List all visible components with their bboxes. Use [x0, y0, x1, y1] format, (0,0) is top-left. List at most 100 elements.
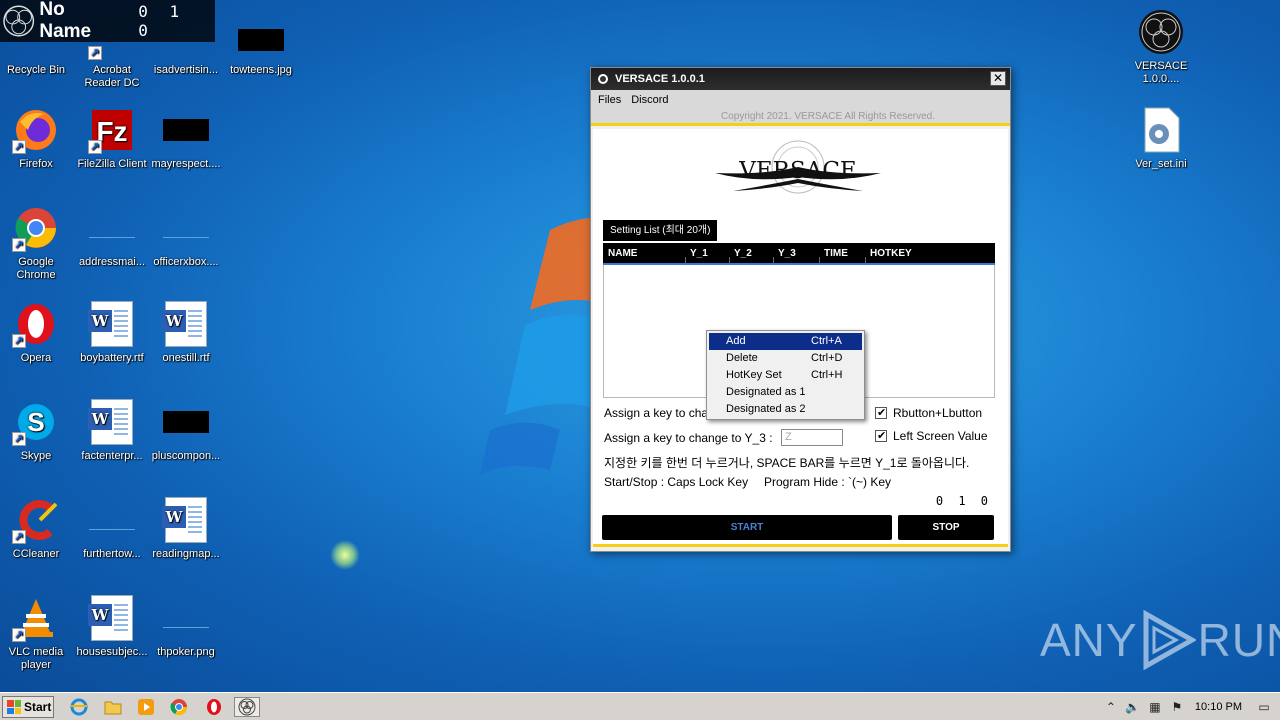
- tab-setting-list[interactable]: Setting List (최대 20개): [603, 220, 718, 241]
- taskbar-opera-icon[interactable]: [203, 697, 225, 717]
- taskbar-clock[interactable]: 10:10 PM: [1195, 701, 1242, 713]
- word-document-icon: W: [162, 497, 207, 543]
- column-divider: [819, 257, 820, 263]
- desktop-icon-acrobat[interactable]: ↗ Acrobat Reader DC: [74, 20, 150, 90]
- taskbar-media-player-icon[interactable]: [135, 697, 157, 717]
- column-y1[interactable]: Y_1: [690, 248, 708, 259]
- desktop-icon-readingmap[interactable]: W readingmap...: [148, 496, 224, 561]
- action-center-flag-icon[interactable]: ⚑: [1169, 699, 1185, 715]
- menu-files[interactable]: Files: [598, 94, 621, 106]
- desktop-icon-furthertow[interactable]: furthertow...: [74, 496, 150, 561]
- desktop-icon-label: Skype: [20, 450, 52, 462]
- show-hidden-icons-icon[interactable]: ⌃: [1103, 699, 1119, 715]
- desktop-icon-filezilla[interactable]: Fz ↗ FileZilla Client: [74, 106, 150, 171]
- shortcut-arrow-icon: ↗: [12, 140, 26, 154]
- desktop-icon-label: onestill.rtf: [162, 352, 210, 364]
- word-document-icon: W: [88, 595, 133, 641]
- context-menu-delete[interactable]: Delete Ctrl+D: [709, 350, 862, 367]
- context-menu-designated-2[interactable]: Designated as 2: [709, 401, 862, 418]
- menu-item-label: Delete: [726, 352, 758, 364]
- word-document-icon: W: [88, 301, 133, 347]
- column-hotkey[interactable]: HOTKEY: [870, 248, 912, 259]
- desktop-icon-label: VERSACE 1.0.0....: [1134, 60, 1188, 85]
- desktop-icon-skype[interactable]: S ↗ Skype: [0, 398, 74, 463]
- window-titlebar[interactable]: VERSACE 1.0.0.1 ✕: [591, 68, 1010, 90]
- shortcut-arrow-icon: ↗: [88, 140, 102, 154]
- desktop-icon-recycle-bin[interactable]: Recycle Bin: [0, 20, 74, 77]
- column-y3[interactable]: Y_3: [778, 248, 796, 259]
- versace-emblem-icon: [238, 698, 256, 716]
- desktop-icon-label: furthertow...: [83, 548, 141, 560]
- desktop-icon-ccleaner[interactable]: ↗ CCleaner: [0, 496, 74, 561]
- desktop-icon-versace-app[interactable]: VERSACE 1.0.0....: [1123, 8, 1199, 86]
- settings-list-header: NAME Y_1 Y_2 Y_3 TIME HOTKEY: [603, 243, 995, 265]
- desktop-icon-ver-set[interactable]: Ver_set.ini: [1123, 106, 1199, 171]
- desktop-icon-officerxbox[interactable]: officerxbox....: [148, 204, 224, 269]
- checkbox-left-screen-value[interactable]: Left Screen Value: [875, 429, 988, 443]
- taskbar: Start ⌃ 🔈 ▦ ⚑ 10:10 PM ▭: [0, 692, 1280, 720]
- assign-y3-input[interactable]: Z: [781, 429, 843, 446]
- show-desktop-icon[interactable]: ▭: [1256, 699, 1272, 715]
- desktop-icon-pluscompon[interactable]: pluscompon...: [148, 398, 224, 463]
- image-file-icon: [163, 608, 209, 628]
- shortcut-arrow-icon: ↗: [12, 334, 26, 348]
- desktop-icon-label: Acrobat Reader DC: [84, 64, 140, 89]
- column-time[interactable]: TIME: [824, 248, 848, 259]
- desktop-icon-label: readingmap...: [152, 548, 220, 560]
- desktop-icon-factenterpr[interactable]: W factenterpr...: [74, 398, 150, 463]
- desktop-icon-label: thpoker.png: [157, 646, 215, 658]
- context-menu-add[interactable]: Add Ctrl+A: [709, 333, 862, 350]
- assign-y3-label: Assign a key to change to Y_3 :: [604, 431, 773, 445]
- desktop-icon-addressmai[interactable]: addressmai...: [74, 204, 150, 269]
- menu-discord[interactable]: Discord: [631, 94, 668, 106]
- opera-icon: [207, 699, 221, 715]
- menu-item-label: HotKey Set: [726, 369, 782, 381]
- taskbar-chrome-icon[interactable]: [168, 697, 190, 717]
- close-button[interactable]: ✕: [990, 71, 1006, 86]
- checkbox-checked-icon[interactable]: [875, 429, 887, 442]
- desktop-icon-isadvertising[interactable]: isadvertisin...: [148, 20, 224, 77]
- column-y2[interactable]: Y_2: [734, 248, 752, 259]
- desktop-icon-label: Firefox: [19, 158, 53, 170]
- desktop-icon-chrome[interactable]: ↗ Google Chrome: [0, 204, 74, 282]
- desktop-icon-mayrespect[interactable]: mayrespect....: [148, 106, 224, 171]
- network-icon[interactable]: ▦: [1147, 699, 1163, 715]
- desktop-icon-label: Google Chrome: [16, 256, 56, 281]
- volume-icon[interactable]: 🔈: [1125, 699, 1141, 715]
- context-menu-hotkey-set[interactable]: HotKey Set Ctrl+H: [709, 367, 862, 384]
- taskbar-ie-icon[interactable]: [68, 697, 90, 717]
- desktop-icon-opera[interactable]: ↗ Opera: [0, 300, 74, 365]
- taskbar-versace-icon[interactable]: [234, 697, 260, 717]
- desktop-icon-label: FileZilla Client: [77, 158, 147, 170]
- taskbar-explorer-icon[interactable]: [102, 697, 124, 717]
- wallpaper-light-flare: [330, 540, 360, 570]
- windows-flag-icon: [7, 700, 21, 714]
- checkbox-rbutton-lbutton[interactable]: Rbutton+Lbutton: [875, 406, 982, 420]
- desktop-icon-housesubjec[interactable]: W housesubjec...: [74, 594, 150, 659]
- desktop-icon-onestill[interactable]: W onestill.rtf: [148, 300, 224, 365]
- start-menu-button[interactable]: Start: [2, 696, 54, 718]
- stop-button[interactable]: STOP: [898, 515, 994, 540]
- column-divider: [729, 257, 730, 263]
- desktop-icon-boybattery[interactable]: W boybattery.rtf: [74, 300, 150, 365]
- menu-item-shortcut: Ctrl+H: [811, 369, 843, 381]
- file-icon: [89, 218, 135, 238]
- context-menu: Add Ctrl+A Delete Ctrl+D HotKey Set Ctrl…: [706, 330, 865, 420]
- word-document-icon: W: [88, 399, 133, 445]
- start-button[interactable]: START: [602, 515, 892, 540]
- menu-item-label: Add: [726, 335, 746, 347]
- desktop-icon-towteens[interactable]: towteens.jpg: [223, 20, 299, 77]
- context-menu-designated-1[interactable]: Designated as 1: [709, 384, 862, 401]
- file-icon: [89, 510, 135, 530]
- checkbox-checked-icon[interactable]: [875, 406, 887, 419]
- desktop-icon-firefox[interactable]: ↗ Firefox: [0, 106, 74, 171]
- desktop-icon-label: boybattery.rtf: [80, 352, 144, 364]
- desktop-icon-label: officerxbox....: [153, 256, 219, 268]
- desktop-icon-thpoker[interactable]: thpoker.png: [148, 594, 224, 659]
- anyrun-watermark: ANY RUN: [1040, 610, 1280, 670]
- desktop-icon-label: pluscompon...: [151, 450, 221, 462]
- column-name[interactable]: NAME: [608, 248, 637, 259]
- column-divider: [773, 257, 774, 263]
- desktop-icon-vlc[interactable]: ↗ VLC media player: [0, 594, 74, 672]
- desktop-icon-label: housesubjec...: [76, 646, 148, 658]
